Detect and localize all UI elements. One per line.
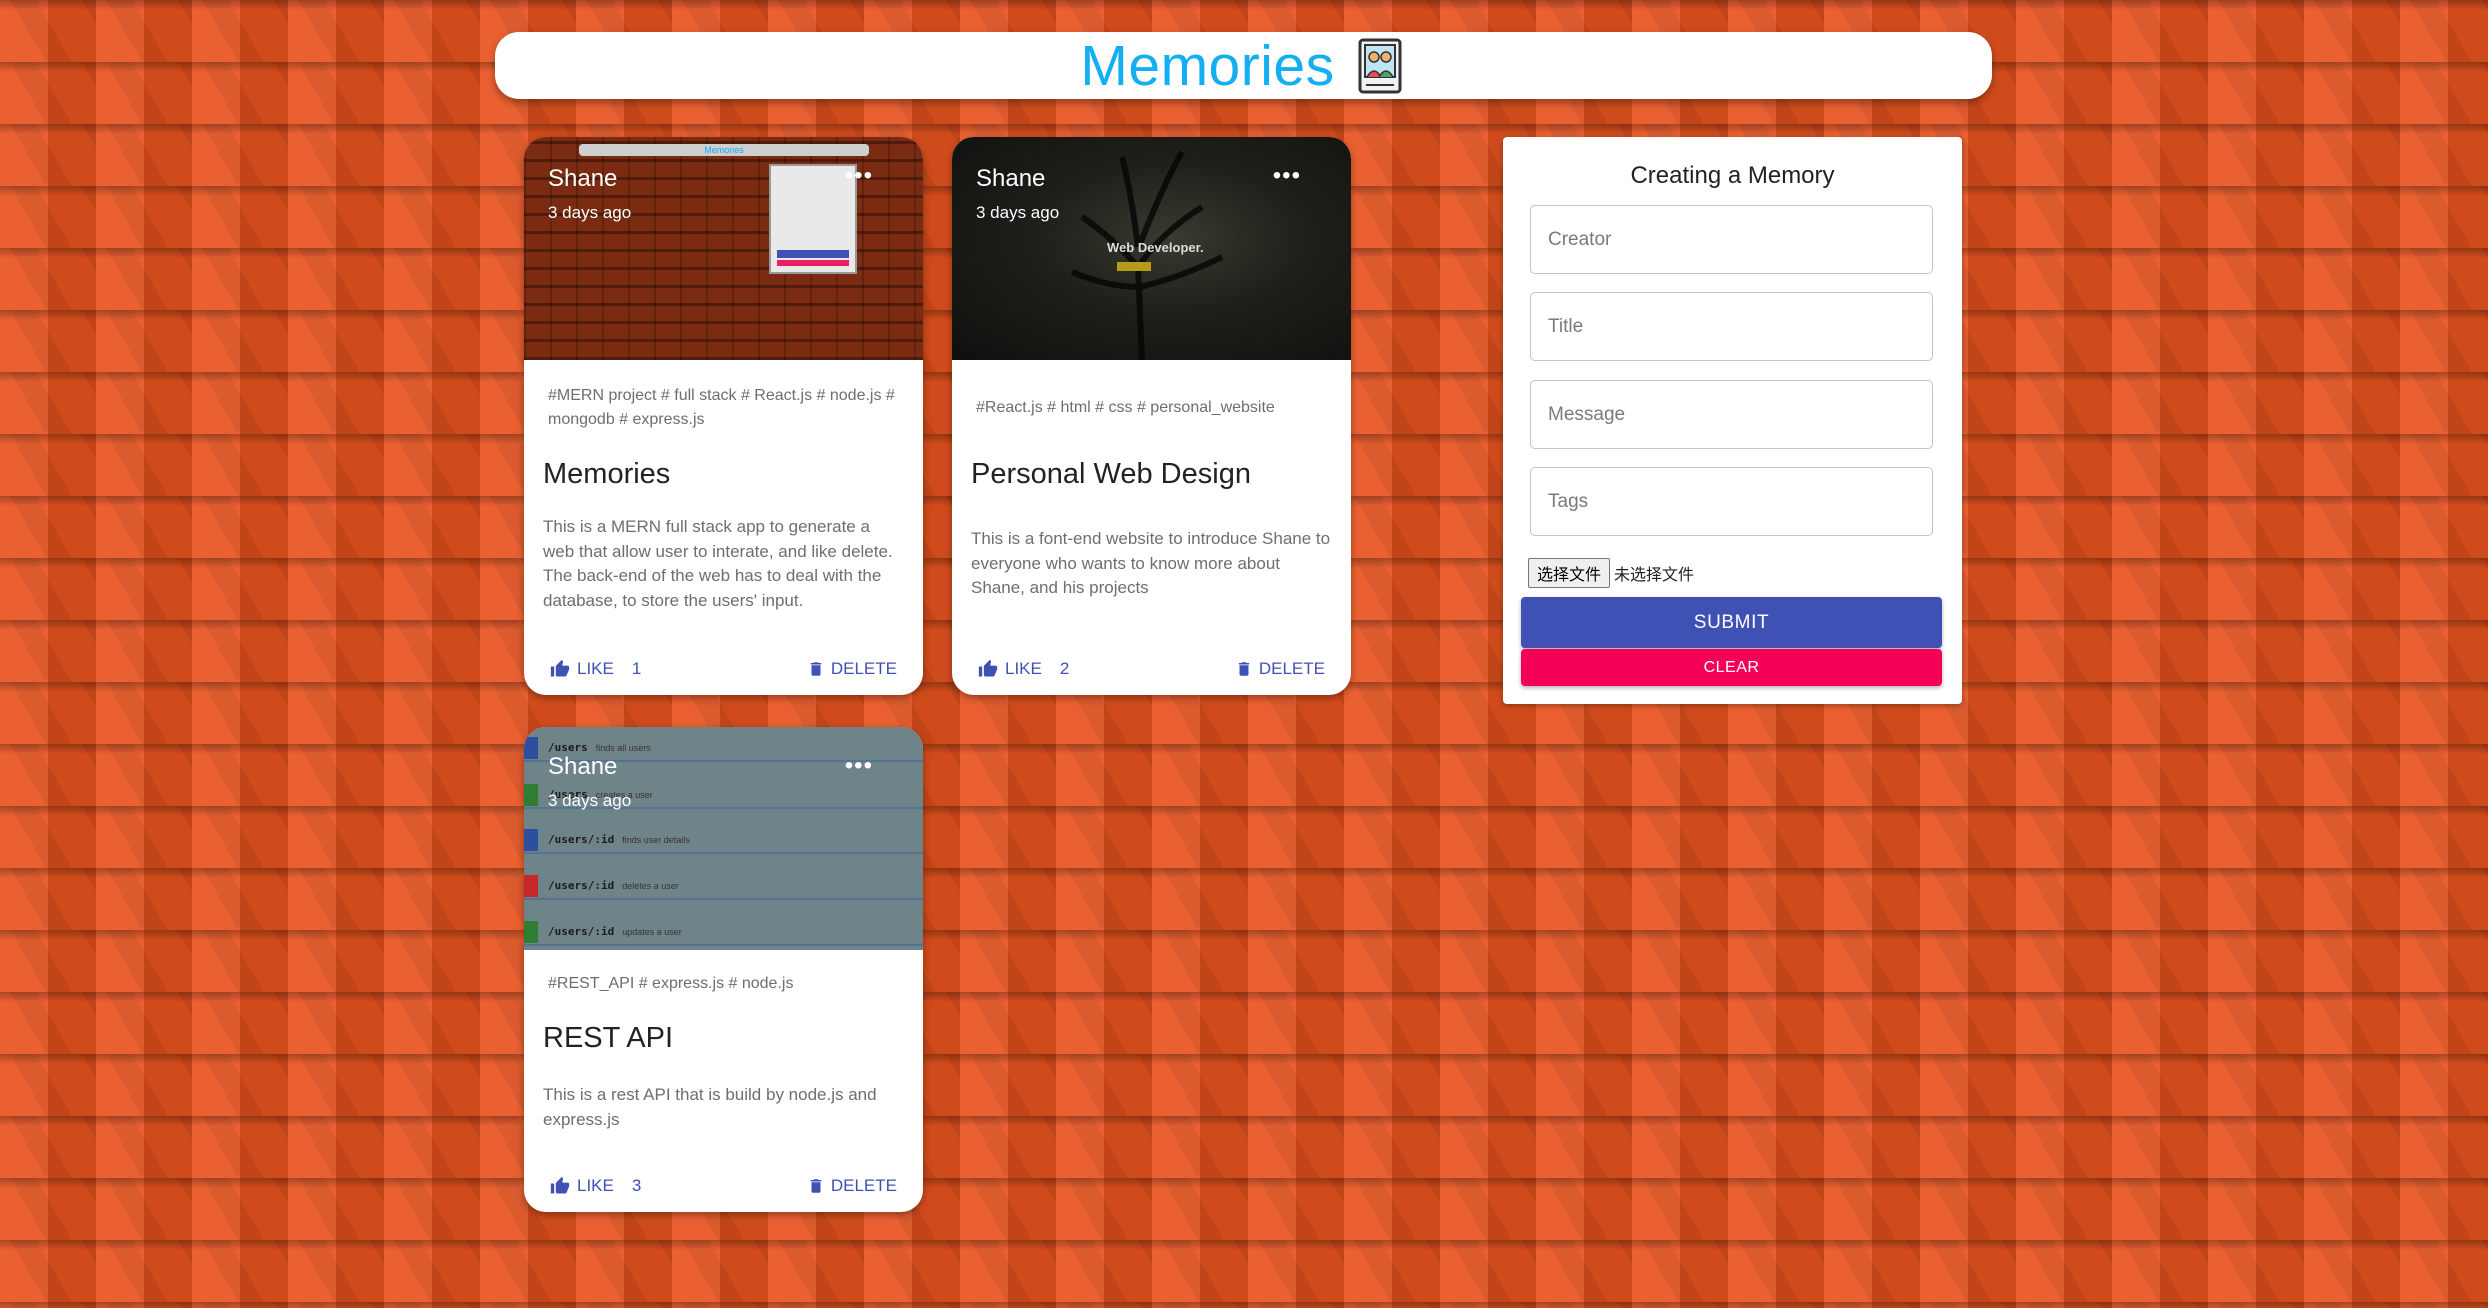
card-tags: #MERN project # full stack # React.js # … (548, 387, 895, 428)
memory-card: Web Developer. Shane 3 days ago ••• #Rea… (952, 137, 1351, 695)
memory-card: /users finds all users /users creates a … (524, 727, 923, 1212)
media-route-row: /users/:id finds user details (524, 827, 923, 854)
card-time: 3 days ago (548, 791, 632, 810)
form-title: Creating a Memory (1630, 162, 1835, 189)
like-button[interactable]: LIKE 1 (549, 659, 641, 679)
card-message: This is a MERN full stack app to generat… (543, 517, 893, 610)
like-button[interactable]: LIKE 3 (549, 1176, 641, 1196)
card-tags: #REST_API # express.js # node.js (548, 975, 794, 992)
app-title: Memories (1080, 33, 1335, 98)
tags-input[interactable] (1530, 467, 1933, 536)
like-label: LIKE (1005, 659, 1042, 678)
media-hero-button (1117, 262, 1151, 271)
creator-input[interactable] (1530, 205, 1933, 274)
message-input[interactable] (1530, 380, 1933, 449)
trash-icon (810, 662, 822, 676)
card-title: REST API (543, 1022, 674, 1054)
route-desc: finds all users (595, 742, 651, 753)
choose-file-button[interactable]: 选择文件 (1528, 558, 1611, 588)
file-status: 未选择文件 (1614, 565, 1695, 584)
route-desc: deletes a user (622, 880, 679, 891)
submit-button[interactable]: SUBMIT (1521, 597, 1942, 648)
title-input[interactable] (1530, 292, 1933, 361)
delete-button[interactable]: DELETE (807, 1176, 897, 1196)
card-tags: #React.js # html # css # personal_websit… (976, 399, 1275, 416)
card-media-image: Web Developer. Shane 3 days ago ••• (952, 137, 1351, 360)
route-desc: updates a user (622, 926, 682, 937)
memories-photo-icon (1357, 37, 1407, 95)
clear-button[interactable]: CLEAR (1521, 649, 1942, 686)
like-button[interactable]: LIKE 2 (977, 659, 1069, 679)
file-picker: 选择文件 未选择文件 (1528, 558, 1694, 588)
route-desc: finds user details (622, 834, 690, 845)
memory-card: Memories Shane 3 days ago ••• #MERN proj… (524, 137, 923, 695)
more-horizontal-icon[interactable]: ••• (845, 754, 873, 778)
route-path: /users/:id (548, 833, 615, 846)
delete-label: DELETE (1258, 659, 1325, 678)
create-memory-form: Creating a Memory 选择文件 未选择文件 SUBMIT CLEA… (1503, 137, 1962, 704)
like-count: 3 (631, 1176, 642, 1195)
delete-button[interactable]: DELETE (807, 659, 897, 679)
route-path: /users/:id (548, 925, 615, 938)
card-message: This is a font-end website to introduce … (971, 529, 1331, 597)
media-route-row: /users/:id updates a user (524, 919, 923, 946)
thumb-up-icon (978, 659, 998, 677)
delete-label: DELETE (830, 659, 897, 678)
card-time: 3 days ago (976, 203, 1060, 222)
media-route-row: /users/:id deletes a user (524, 873, 923, 900)
card-media-image: Memories Shane 3 days ago ••• (524, 137, 923, 360)
like-count: 1 (631, 659, 642, 678)
card-creator: Shane (548, 165, 618, 192)
like-label: LIKE (577, 1176, 614, 1195)
delete-label: DELETE (830, 1176, 897, 1195)
trash-icon (1238, 662, 1250, 676)
trash-icon (810, 1179, 822, 1193)
like-label: LIKE (577, 659, 614, 678)
like-count: 2 (1059, 659, 1070, 678)
more-horizontal-icon[interactable]: ••• (845, 164, 873, 188)
media-caption: Memories (579, 144, 869, 156)
card-title: Personal Web Design (971, 458, 1251, 490)
thumb-up-icon (550, 659, 570, 677)
delete-button[interactable]: DELETE (1235, 659, 1325, 679)
card-message: This is a rest API that is build by node… (543, 1085, 877, 1129)
card-creator: Shane (548, 753, 618, 780)
media-caption: Web Developer. (1107, 240, 1204, 255)
card-time: 3 days ago (548, 203, 632, 222)
more-horizontal-icon[interactable]: ••• (1273, 164, 1301, 188)
thumb-up-icon (550, 1176, 570, 1194)
card-title: Memories (543, 458, 671, 490)
card-media-image: /users finds all users /users creates a … (524, 727, 923, 950)
route-path: /users/:id (548, 879, 615, 892)
app-bar: Memories (495, 32, 1992, 99)
card-creator: Shane (976, 165, 1046, 192)
